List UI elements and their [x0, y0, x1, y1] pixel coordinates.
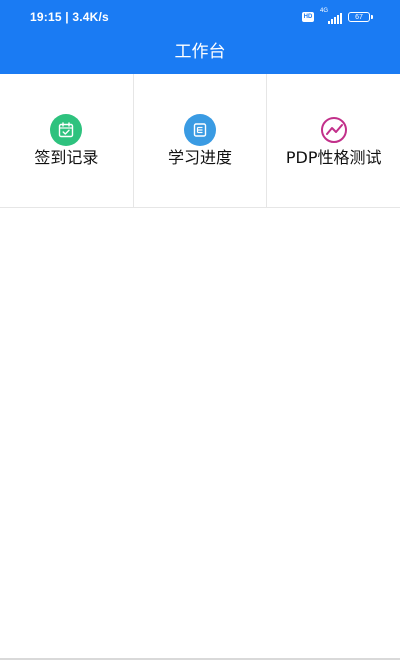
battery-icon: 67	[348, 12, 373, 22]
personality-test-icon	[318, 114, 350, 146]
signal-icon: 4G	[320, 8, 342, 24]
hd-icon: HD	[302, 12, 314, 22]
status-bar: 19:15 | 3.4K/s HD 4G 67	[0, 0, 400, 34]
grid-item-learning-progress[interactable]: 学习进度	[134, 74, 268, 207]
battery-level: 67	[355, 13, 363, 21]
grid-item-checkin-records[interactable]: 签到记录	[0, 74, 134, 207]
progress-icon	[184, 114, 216, 146]
status-icons: HD 4G 67	[302, 8, 373, 25]
page-title: 工作台	[174, 42, 226, 62]
grid-item-label: 学习进度	[168, 148, 233, 167]
app-header: 19:15 | 3.4K/s HD 4G 67 工作台	[0, 0, 400, 74]
network-type-label: 4G	[320, 8, 329, 14]
grid-item-label: PDP性格测试	[285, 148, 382, 167]
status-time-speed: 19:15 | 3.4K/s	[30, 10, 109, 24]
grid-item-pdp-test[interactable]: PDP性格测试	[267, 74, 400, 207]
grid-item-label: 签到记录	[34, 148, 99, 167]
workbench-grid: 签到记录 学习进度 PDP性格测试	[0, 74, 400, 208]
calendar-check-icon	[50, 114, 83, 146]
